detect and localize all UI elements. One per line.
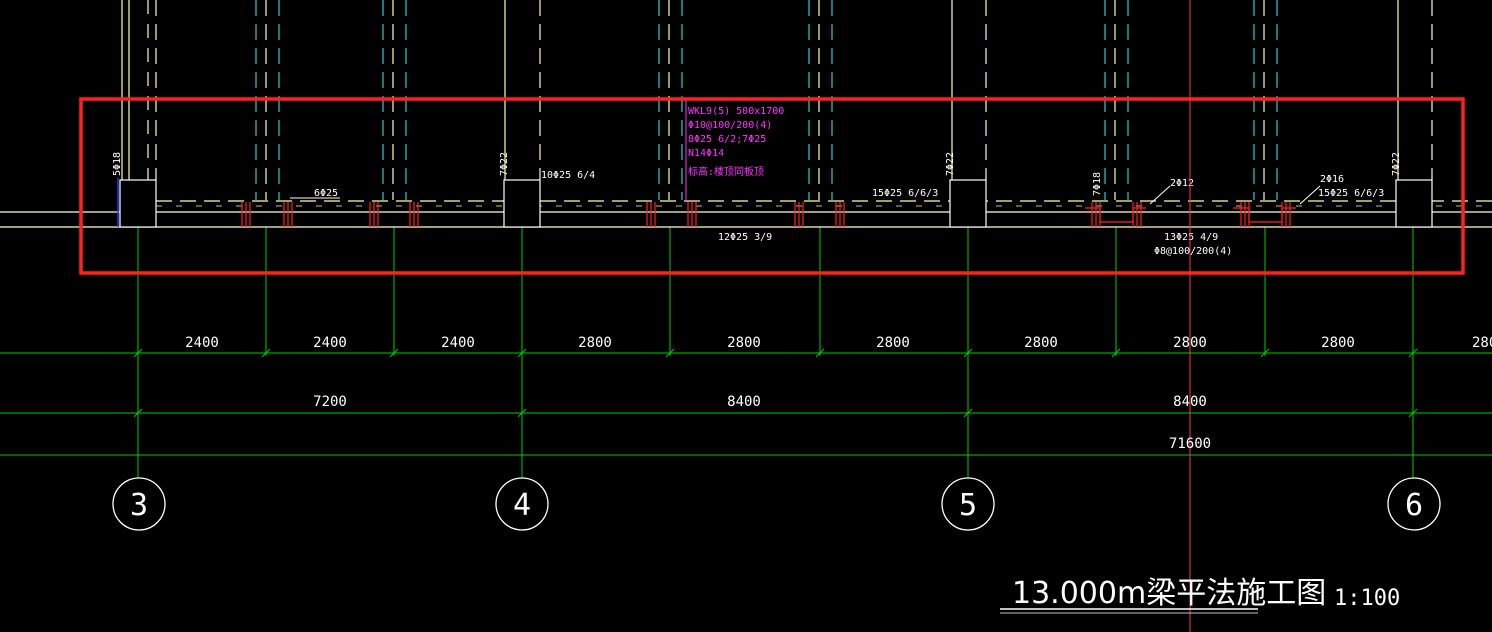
beam-label-line5: 标高:楼顶同板顶 [688,165,764,178]
drawing-title: 13.000m梁平法施工图 [1012,576,1326,611]
beam-label-line1: WKL9(5) 500x1700 [688,106,784,117]
note-right-a: 2Φ16 [1320,174,1344,185]
column-axis-3[interactable] [119,179,157,228]
dim-r1-1: 2400 [313,335,347,351]
dim-r1-9: 280 [1472,335,1492,351]
note-sec-col-top: 7Φ18 [1092,172,1103,196]
beam-label-line3: 8Φ25 6/2;7Φ25 [688,134,766,145]
note-span-right-top: 15Φ25 6/6/3 [872,188,938,199]
dim-r1-8: 2800 [1321,335,1355,351]
dimension-row-1: 2400 2400 2400 2800 2800 2800 2800 2800 … [185,335,1492,351]
note-mid-bottom: 12Φ25 3/9 [718,232,772,243]
cad-drawing-canvas[interactable]: WKL9(5) 500x1700 Φ10@100/200(4) 8Φ25 6/2… [0,0,1492,632]
beam-outline [0,200,1492,228]
axis-label-5: 5 [959,488,977,523]
column-axis-4[interactable] [503,179,541,228]
dim-r1-3: 2800 [578,335,612,351]
note-col4-right: 10Φ25 6/4 [541,170,595,181]
column-axis-5[interactable] [949,179,987,228]
dim-r1-0: 2400 [185,335,219,351]
dim-r1-2: 2400 [441,335,475,351]
note-right-b: 15Φ25 6/6/3 [1318,188,1384,199]
dim-r2-2: 8400 [1173,394,1207,410]
dim-r1-7: 2800 [1173,335,1207,351]
axis-labels: 3 4 5 6 [130,488,1423,523]
dim-r2-1: 8400 [727,394,761,410]
drawing-scale: 1:100 [1334,586,1400,611]
dim-r1-4: 2800 [727,335,761,351]
note-col3-top: 5Φ18 [112,152,123,176]
beam-label-line2: Φ10@100/200(4) [688,120,772,131]
dim-r1-5: 2800 [876,335,910,351]
axis-bubbles [112,477,1441,531]
column-axis-6[interactable] [1395,179,1433,228]
axis-label-4: 4 [513,488,531,523]
dim-r2-0: 7200 [313,394,347,410]
grid-lines [0,227,1492,478]
axis-label-6: 6 [1405,488,1423,523]
note-span1-top: 6Φ25 [314,188,338,199]
note-col5-top: 7Φ22 [945,152,956,176]
dim-r1-6: 2800 [1024,335,1058,351]
dimension-row-2: 7200 8400 8400 71600 [313,394,1211,452]
note-col6-top: 7Φ22 [1391,152,1402,176]
beam-label: WKL9(5) 500x1700 Φ10@100/200(4) 8Φ25 6/2… [688,106,784,178]
note-sec-bottom: 13Φ25 4/9 [1164,232,1218,243]
beam-label-line4: N14Φ14 [688,148,724,159]
note-sec-stirrup: Φ8@100/200(4) [1154,246,1232,257]
note-col4-top: 7Φ22 [499,152,510,176]
axis-label-3: 3 [130,488,148,523]
dim-total: 71600 [1169,436,1211,452]
